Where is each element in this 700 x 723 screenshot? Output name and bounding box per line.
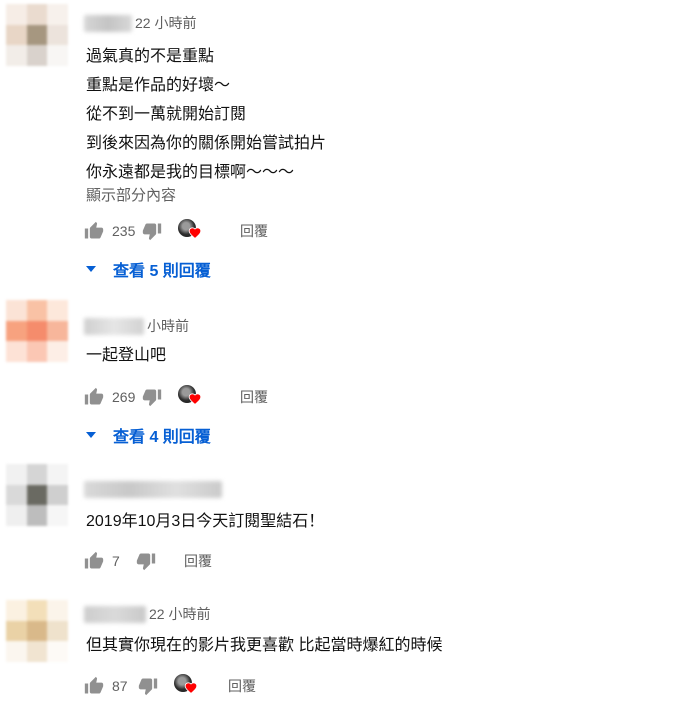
comment-header: 22 小時前 — [84, 604, 210, 624]
avatar[interactable] — [6, 4, 68, 66]
view-replies-button[interactable]: 查看 4 則回覆 — [84, 423, 211, 447]
thumb-down-icon[interactable] — [136, 551, 156, 571]
view-replies-label: 查看 4 則回覆 — [113, 429, 211, 446]
reply-button[interactable]: 回覆 — [240, 221, 268, 241]
like-count: 235 — [112, 223, 136, 239]
heart-icon — [188, 227, 202, 240]
thumb-down-icon[interactable] — [142, 221, 162, 241]
avatar[interactable] — [6, 464, 68, 526]
reply-button[interactable]: 回覆 — [184, 551, 212, 571]
avatar[interactable] — [6, 300, 68, 362]
thumb-down-icon[interactable] — [142, 387, 162, 407]
comment-actions: 87 回覆 — [84, 674, 256, 698]
comment-line: 過氣真的不是重點 — [86, 48, 215, 65]
comment-line: 你永遠都是我的目標啊～～～ — [86, 164, 295, 181]
like-count: 87 — [112, 678, 128, 694]
like-count: 7 — [112, 553, 120, 569]
author-name[interactable] — [84, 605, 146, 623]
heart-icon — [184, 682, 198, 695]
creator-heart-icon — [178, 219, 206, 243]
comment-line: 到後來因為你的關係開始嘗試拍片 — [86, 135, 327, 152]
comment-line: 一起登山吧 — [86, 347, 167, 364]
comment-timestamp[interactable]: 小時前 — [147, 316, 189, 336]
heart-icon — [188, 393, 202, 406]
comment-header: 22 小時前 — [84, 13, 196, 33]
comment-line: 2019年10月3日今天訂閱聖結石！ — [86, 513, 325, 530]
comment-header — [84, 479, 222, 499]
creator-heart-icon — [178, 385, 206, 409]
thumb-up-icon[interactable] — [84, 387, 104, 407]
caret-down-icon — [86, 432, 96, 438]
creator-heart-icon — [174, 674, 202, 698]
comment-line: 重點是作品的好壞～ — [86, 77, 231, 94]
avatar[interactable] — [6, 600, 68, 662]
reply-button[interactable]: 回覆 — [228, 676, 256, 696]
comment-line: 但其實你現在的影片我更喜歡 比起當時爆紅的時候 — [86, 637, 443, 654]
comment-header: 小時前 — [84, 316, 189, 336]
thumb-up-icon[interactable] — [84, 551, 104, 571]
comment-timestamp[interactable]: 22 小時前 — [149, 604, 210, 624]
reply-button[interactable]: 回覆 — [240, 387, 268, 407]
caret-down-icon — [86, 266, 96, 272]
comment-timestamp[interactable]: 22 小時前 — [135, 13, 196, 33]
comment-actions: 7 回覆 — [84, 549, 212, 573]
thumb-up-icon[interactable] — [84, 676, 104, 696]
thumb-down-icon[interactable] — [138, 676, 158, 696]
like-count: 269 — [112, 389, 136, 405]
comment-text: 一起登山吧 — [86, 341, 166, 370]
author-name[interactable] — [84, 317, 144, 335]
author-name[interactable] — [84, 14, 132, 32]
view-replies-button[interactable]: 查看 5 則回覆 — [84, 257, 211, 281]
comment-actions: 235 回覆 — [84, 219, 268, 243]
comment-actions: 269 回覆 — [84, 385, 268, 409]
thumb-up-icon[interactable] — [84, 221, 104, 241]
author-name[interactable] — [84, 480, 222, 498]
comment-text: 過氣真的不是重點 重點是作品的好壞～ 從不到一萬就開始訂閱 到後來因為你的關係開… — [86, 42, 326, 187]
show-more-link[interactable]: 顯示部分內容 — [86, 184, 176, 205]
comment-line: 從不到一萬就開始訂閱 — [86, 106, 247, 123]
comment-text: 但其實你現在的影片我更喜歡 比起當時爆紅的時候 — [86, 631, 442, 660]
comment-text: 2019年10月3日今天訂閱聖結石！ — [86, 507, 324, 536]
view-replies-label: 查看 5 則回覆 — [113, 263, 211, 280]
